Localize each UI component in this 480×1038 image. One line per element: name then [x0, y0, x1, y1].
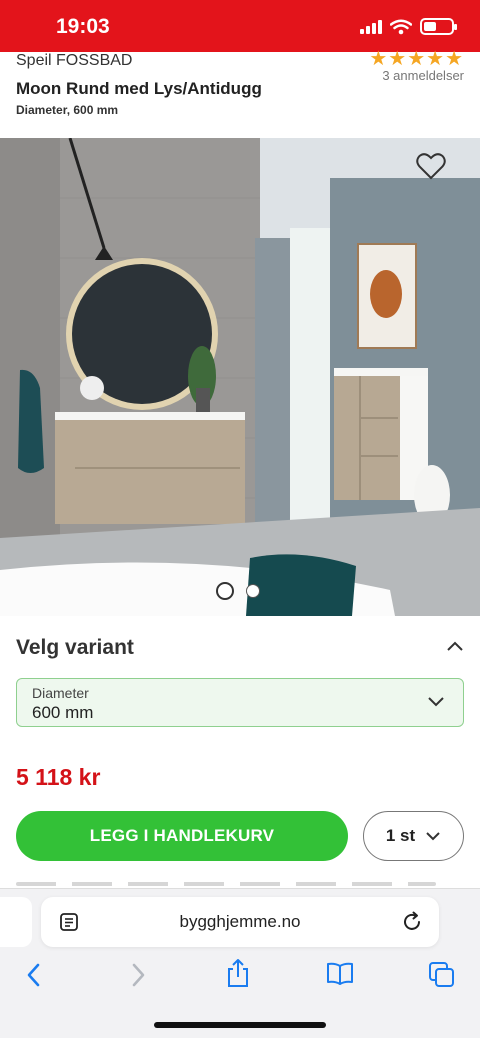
browser-toolbar: bygghjemme.no [0, 888, 480, 1038]
content-peek [16, 882, 436, 886]
bookmarks-icon[interactable] [326, 961, 354, 985]
wifi-icon [390, 19, 412, 34]
product-photo [0, 138, 480, 616]
carousel-dot[interactable] [246, 584, 260, 598]
tabs-icon[interactable] [428, 961, 456, 989]
quantity-value: 1 st [385, 826, 416, 845]
product-image-carousel[interactable] [0, 138, 480, 616]
chevron-down-icon [426, 832, 440, 841]
address-bar[interactable]: bygghjemme.no [41, 897, 439, 947]
reviews-link[interactable]: 3 anmeldelser [382, 68, 464, 83]
heart-icon[interactable] [416, 152, 446, 180]
variant-heading[interactable]: Velg variant [16, 636, 134, 660]
product-title: Moon Rund med Lys/Antidugg [16, 79, 262, 98]
add-to-cart-button[interactable]: LEGG I HANDLEKURV [16, 811, 348, 861]
previous-tab-preview[interactable] [0, 897, 32, 947]
diameter-label: Diameter [32, 685, 89, 701]
share-icon[interactable] [226, 957, 250, 989]
url-text: bygghjemme.no [179, 912, 301, 931]
product-price: 5 118 kr [16, 764, 101, 790]
back-icon[interactable] [24, 961, 44, 989]
carousel-pagination [216, 582, 260, 600]
chevron-down-icon [428, 697, 444, 707]
forward-icon[interactable] [128, 961, 148, 989]
reload-icon[interactable] [401, 911, 423, 933]
diameter-value: 600 mm [32, 703, 94, 722]
product-subtitle: Diameter, 600 mm [16, 103, 119, 117]
product-brand: Speil FOSSBAD [16, 52, 133, 69]
quantity-select[interactable]: 1 st [363, 811, 464, 861]
carousel-dot-active[interactable] [216, 582, 234, 600]
home-indicator [154, 1022, 326, 1028]
status-time: 19:03 [56, 15, 110, 38]
chevron-up-icon[interactable] [446, 640, 464, 652]
status-icons [360, 18, 457, 35]
cellular-signal-icon [360, 19, 382, 34]
status-bar: 19:03 [0, 0, 480, 52]
battery-icon [420, 18, 457, 35]
diameter-select[interactable]: Diameter 600 mm [16, 678, 464, 727]
browser-nav-row [0, 959, 480, 1001]
